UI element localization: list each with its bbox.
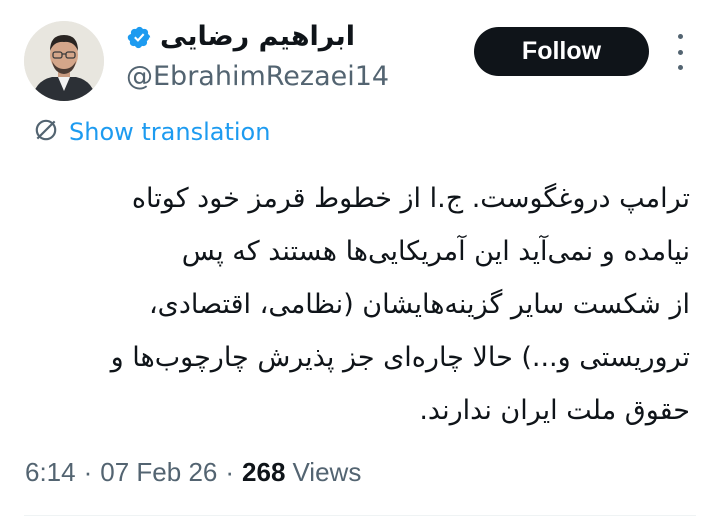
tweet-line: از شکست سایر گزینه‌هایشان (نظامی، اقتصاد… (148, 289, 690, 320)
follow-button[interactable]: Follow (474, 27, 649, 76)
tweet-line: ترامپ دروغگوست. ج.ا از خطوط قرمز خود کوت… (131, 183, 690, 214)
tweet-text: ترامپ دروغگوست. ج.ا از خطوط قرمز خود کوت… (30, 172, 690, 437)
avatar-photo (24, 21, 104, 101)
tweet-time[interactable]: 6:14 (25, 454, 76, 490)
author-name-row[interactable]: ابراهیم رضایی (127, 20, 355, 54)
verified-badge-icon (127, 25, 152, 50)
views-label: Views (292, 457, 362, 487)
avatar[interactable] (24, 21, 104, 101)
divider (24, 515, 696, 516)
tweet-meta: 6:14 · 07 Feb 26 · 268 Views (25, 454, 361, 490)
globe-slash-icon (33, 117, 59, 147)
tweet-date[interactable]: 07 Feb 26 (100, 454, 217, 490)
show-translation-label: Show translation (69, 118, 271, 146)
more-vertical-icon (677, 34, 683, 39)
display-name: ابراهیم رضایی (160, 21, 355, 52)
show-translation-link[interactable]: Show translation (33, 116, 270, 148)
user-handle[interactable]: @EbrahimRezaei14 (126, 60, 389, 94)
more-options-button[interactable] (670, 34, 690, 70)
tweet-line: نیامده و نمی‌آید این آمریکایی‌ها هستند ک… (181, 236, 690, 267)
meta-separator: · (83, 457, 93, 487)
tweet-line: حقوق ملت ایران ندارند. (419, 395, 690, 426)
views-count[interactable]: 268 (242, 454, 285, 490)
meta-separator: · (225, 457, 235, 487)
tweet-line: تروریستی و...) حالا چاره‌ای جز پذیرش چار… (110, 342, 690, 373)
